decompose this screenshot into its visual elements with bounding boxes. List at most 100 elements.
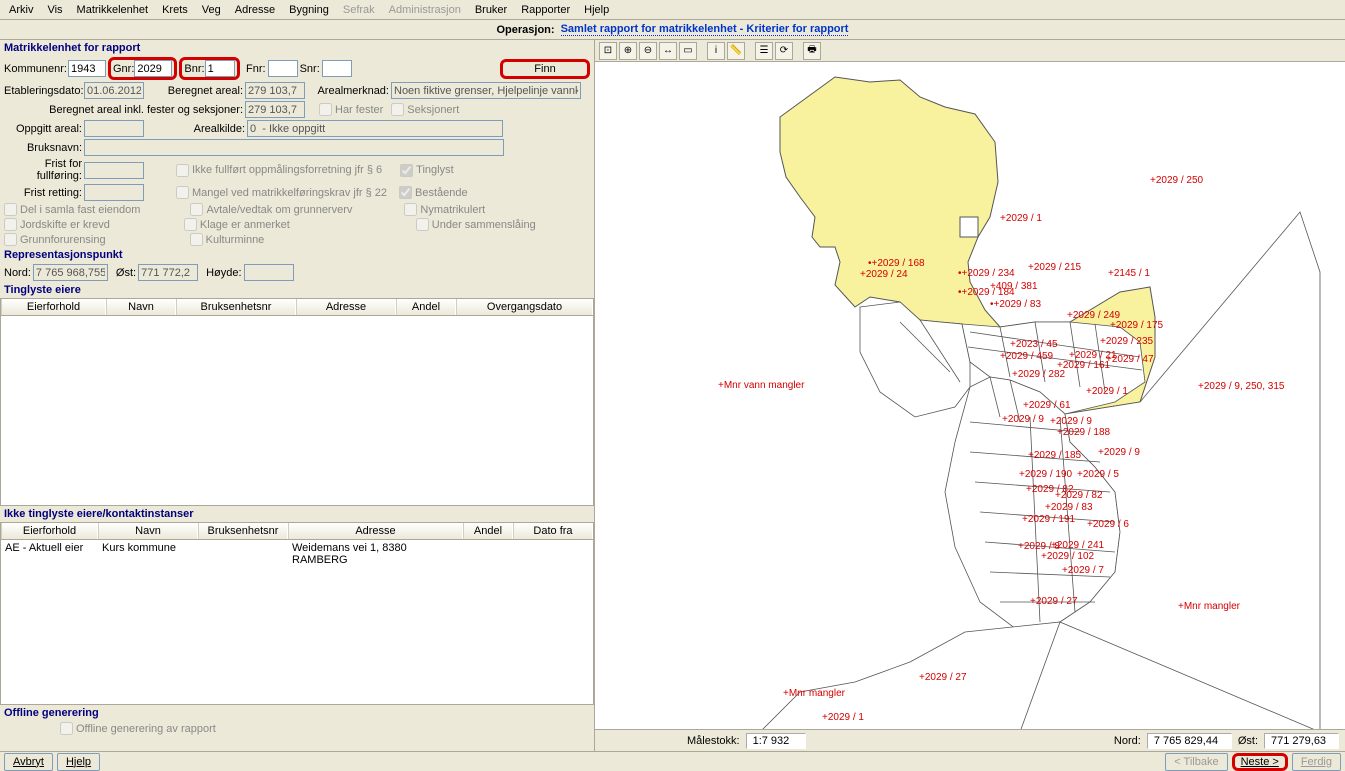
map-parcel-label: +Mnr vann mangler (718, 380, 804, 391)
operation-label: Operasjon: (497, 24, 555, 36)
arealkilde-label: Arealkilde: (146, 123, 245, 135)
bafs-label: Beregnet areal inkl. fester og seksjoner… (4, 104, 243, 116)
status-nord-value: 7 765 829,44 (1147, 733, 1232, 749)
avbryt-button[interactable]: Avbryt (4, 753, 53, 771)
zoom-out-icon[interactable]: ⊖ (639, 42, 657, 60)
menu-arkiv[interactable]: Arkiv (2, 2, 40, 18)
table-row[interactable]: AE - Aktuell eier Kurs kommune Weidemans… (1, 540, 593, 568)
map-parcel-label: +2029 / 191 (1022, 514, 1075, 525)
kultur-checkbox (190, 233, 203, 246)
map-parcel-label: •+2029 / 234 (958, 268, 1015, 279)
footer-bar: Avbryt Hjelp < Tilbake Neste > Ferdig (0, 751, 1345, 771)
ikkefull-checkbox (176, 164, 189, 177)
menu-adresse[interactable]: Adresse (228, 2, 282, 18)
beregnet-areal-label: Beregnet areal: (146, 85, 243, 97)
etableringsdato-label: Etableringsdato: (4, 85, 82, 97)
beregnet-areal-field (245, 82, 305, 99)
menu-sefrak: Sefrak (336, 2, 382, 18)
print-icon[interactable]: 🖶 (803, 42, 821, 60)
bnr-label: Bnr: (184, 63, 204, 75)
map-parcel-label: +2029 / 185 (1028, 450, 1081, 461)
map-parcel-label: +2029 / 1 (1086, 386, 1128, 397)
map-parcel-label: +2029 / 282 (1012, 369, 1065, 380)
map-canvas[interactable]: +2029 / 250+2029 / 1•+2029 / 168+2029 / … (595, 62, 1345, 729)
map-parcel-label: +2029 / 27 (1030, 596, 1078, 607)
hjelp-button[interactable]: Hjelp (57, 753, 100, 771)
grunn-checkbox (4, 233, 17, 246)
neste-button[interactable]: Neste > (1232, 753, 1288, 771)
frist-fullforing-label: Frist for fullføring: (4, 158, 82, 182)
mangel-checkbox (176, 186, 189, 199)
bafs-field (245, 101, 305, 118)
status-ost-value: 771 279,63 (1264, 733, 1339, 749)
etableringsdato-field (84, 82, 144, 99)
refresh-icon[interactable]: ⟳ (775, 42, 793, 60)
ferdig-button: Ferdig (1292, 753, 1341, 771)
zoom-in-icon[interactable]: ⊕ (619, 42, 637, 60)
fnr-label: Fnr: (242, 63, 266, 75)
bnr-input[interactable] (205, 60, 235, 77)
menu-veg[interactable]: Veg (195, 2, 228, 18)
map-parcel-label: +2029 / 102 (1041, 551, 1094, 562)
arealkilde-field (247, 120, 503, 137)
menu-rapporter[interactable]: Rapporter (514, 2, 577, 18)
map-parcel-label: +2029 / 27 (919, 672, 967, 683)
fnr-input[interactable] (268, 60, 298, 77)
right-panel: ⊡ ⊕ ⊖ ↔ ▭ i 📏 ☰ ⟳ 🖶 (595, 40, 1345, 751)
map-parcel-label: +2029 / 83 (1045, 502, 1093, 513)
nymat-checkbox (404, 203, 417, 216)
map-parcel-label: +2029 / 6 (1087, 519, 1129, 530)
tinglyste-table-header: Eierforhold Navn Bruksenhetsnr Adresse A… (0, 298, 594, 316)
map-parcel-label: +2029 / 82 (1055, 490, 1103, 501)
malestokk-label: Målestokk: (687, 735, 740, 747)
menu-bygning[interactable]: Bygning (282, 2, 336, 18)
map-parcel-label: +2029 / 24 (860, 269, 908, 280)
map-statusbar: Målestokk: 1:7 932 Nord: 7 765 829,44 Øs… (595, 729, 1345, 751)
operation-bar: Operasjon: Samlet rapport for matrikkele… (0, 20, 1345, 40)
info-icon[interactable]: i (707, 42, 725, 60)
nord-label: Nord: (4, 267, 31, 279)
menu-krets[interactable]: Krets (155, 2, 195, 18)
map-parcel-label: +2023 / 45 (1010, 339, 1058, 350)
map-parcel-label: +2029 / 188 (1057, 427, 1110, 438)
frist-retting-label: Frist retting: (4, 187, 82, 199)
ikke-tinglyste-table-body[interactable]: AE - Aktuell eier Kurs kommune Weidemans… (0, 540, 594, 705)
map-parcel-label: +2029 / 47 (1106, 354, 1154, 365)
section-ikke-tinglyste: Ikke tinglyste eiere/kontaktinstanser (0, 506, 594, 522)
bruksnavn-label: Bruksnavn: (4, 142, 82, 154)
gnr-input[interactable] (134, 60, 172, 77)
hoyde-field (244, 264, 294, 281)
left-panel: Matrikkelenhet for rapport Kommunenr: Gn… (0, 40, 595, 751)
menu-matrikkelenhet[interactable]: Matrikkelenhet (70, 2, 156, 18)
menu-hjelp[interactable]: Hjelp (577, 2, 616, 18)
snr-label: Snr: (300, 63, 320, 75)
map-parcel-label: +Mnr mangler (783, 688, 845, 699)
select-icon[interactable]: ▭ (679, 42, 697, 60)
tinglyste-table-body[interactable] (0, 316, 594, 506)
map-parcel-label: •+2029 / 83 (990, 299, 1041, 310)
tilbake-button: < Tilbake (1165, 753, 1227, 771)
oppgitt-areal-field (84, 120, 144, 137)
finn-button[interactable]: Finn (500, 59, 590, 79)
snr-input[interactable] (322, 60, 352, 77)
map-parcel-label: +2029 / 9 (1050, 416, 1092, 427)
ost-label: Øst: (116, 267, 136, 279)
kommunenr-input[interactable] (68, 60, 106, 77)
avtale-checkbox (190, 203, 203, 216)
menu-vis[interactable]: Vis (40, 2, 69, 18)
nord-field (33, 264, 108, 281)
map-parcel-label: +2029 / 7 (1062, 565, 1104, 576)
measure-icon[interactable]: 📏 (727, 42, 745, 60)
map-parcel-label: +2029 / 459 (1000, 351, 1053, 362)
menubar: Arkiv Vis Matrikkelenhet Krets Veg Adres… (0, 0, 1345, 20)
section-matrikkelenhet: Matrikkelenhet for rapport (0, 40, 594, 56)
map-parcel-label: +2029 / 5 (1077, 469, 1119, 480)
menu-bruker[interactable]: Bruker (468, 2, 514, 18)
layer-icon[interactable]: ☰ (755, 42, 773, 60)
map-toolbar: ⊡ ⊕ ⊖ ↔ ▭ i 📏 ☰ ⟳ 🖶 (595, 40, 1345, 62)
pan-icon[interactable]: ↔ (659, 42, 677, 60)
klage-checkbox (184, 218, 197, 231)
tinglyst-checkbox (400, 164, 413, 177)
zoom-extent-icon[interactable]: ⊡ (599, 42, 617, 60)
bruksnavn-field (84, 139, 504, 156)
